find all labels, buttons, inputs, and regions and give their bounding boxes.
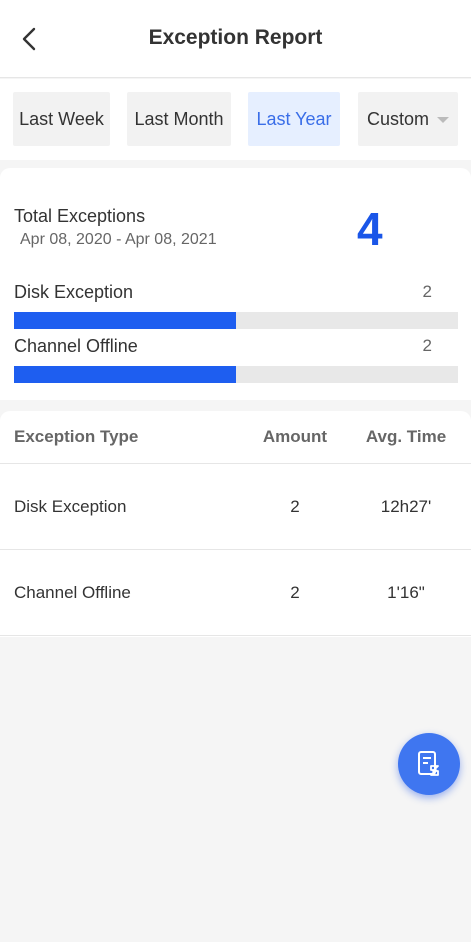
- progress-track: [14, 312, 458, 329]
- progress-fill: [14, 312, 236, 329]
- date-filter-bar: Last Week Last Month Last Year Custom: [0, 79, 471, 160]
- summary-card: Total Exceptions Apr 08, 2020 - Apr 08, …: [0, 168, 471, 400]
- tab-last-week[interactable]: Last Week: [13, 92, 110, 146]
- page-title: Exception Report: [148, 26, 323, 49]
- date-range: Apr 08, 2020 - Apr 08, 2021: [20, 231, 217, 248]
- column-header-amount: Amount: [262, 427, 328, 446]
- bar-label: Disk Exception: [14, 282, 134, 302]
- cell-amount: 2: [290, 583, 300, 602]
- custom-label: Custom: [366, 108, 429, 129]
- column-header-type: Exception Type: [14, 427, 139, 446]
- progress-fill: [14, 366, 236, 383]
- bar-count: 2: [422, 282, 432, 301]
- table-row[interactable]: Channel Offline 2 1'16": [0, 550, 471, 636]
- bar-count: 2: [422, 336, 432, 355]
- table-header: Exception Type Amount Avg. Time: [0, 411, 471, 464]
- bar-label: Channel Offline: [14, 336, 138, 356]
- exception-table: Exception Type Amount Avg. Time Disk Exc…: [0, 411, 471, 637]
- cell-type: Disk Exception: [14, 497, 127, 516]
- report-fab-button[interactable]: [398, 733, 460, 795]
- tab-last-year[interactable]: Last Year: [248, 92, 340, 146]
- progress-track: [14, 366, 458, 383]
- column-header-avg-time: Avg. Time: [365, 427, 447, 446]
- app-header: Exception Report: [0, 0, 471, 78]
- tab-last-month[interactable]: Last Month: [127, 92, 231, 146]
- chevron-down-icon: [437, 117, 449, 123]
- table-row[interactable]: Disk Exception 2 12h27': [0, 464, 471, 550]
- cell-amount: 2: [290, 497, 300, 516]
- tab-custom-dropdown[interactable]: Custom: [358, 92, 458, 146]
- total-exceptions-count: 4: [357, 203, 383, 255]
- cell-avg-time: 1'16": [387, 583, 425, 602]
- report-document-icon: [418, 751, 439, 776]
- cell-type: Channel Offline: [14, 583, 131, 602]
- cell-avg-time: 12h27': [380, 497, 432, 516]
- total-exceptions-label: Total Exceptions: [14, 206, 146, 226]
